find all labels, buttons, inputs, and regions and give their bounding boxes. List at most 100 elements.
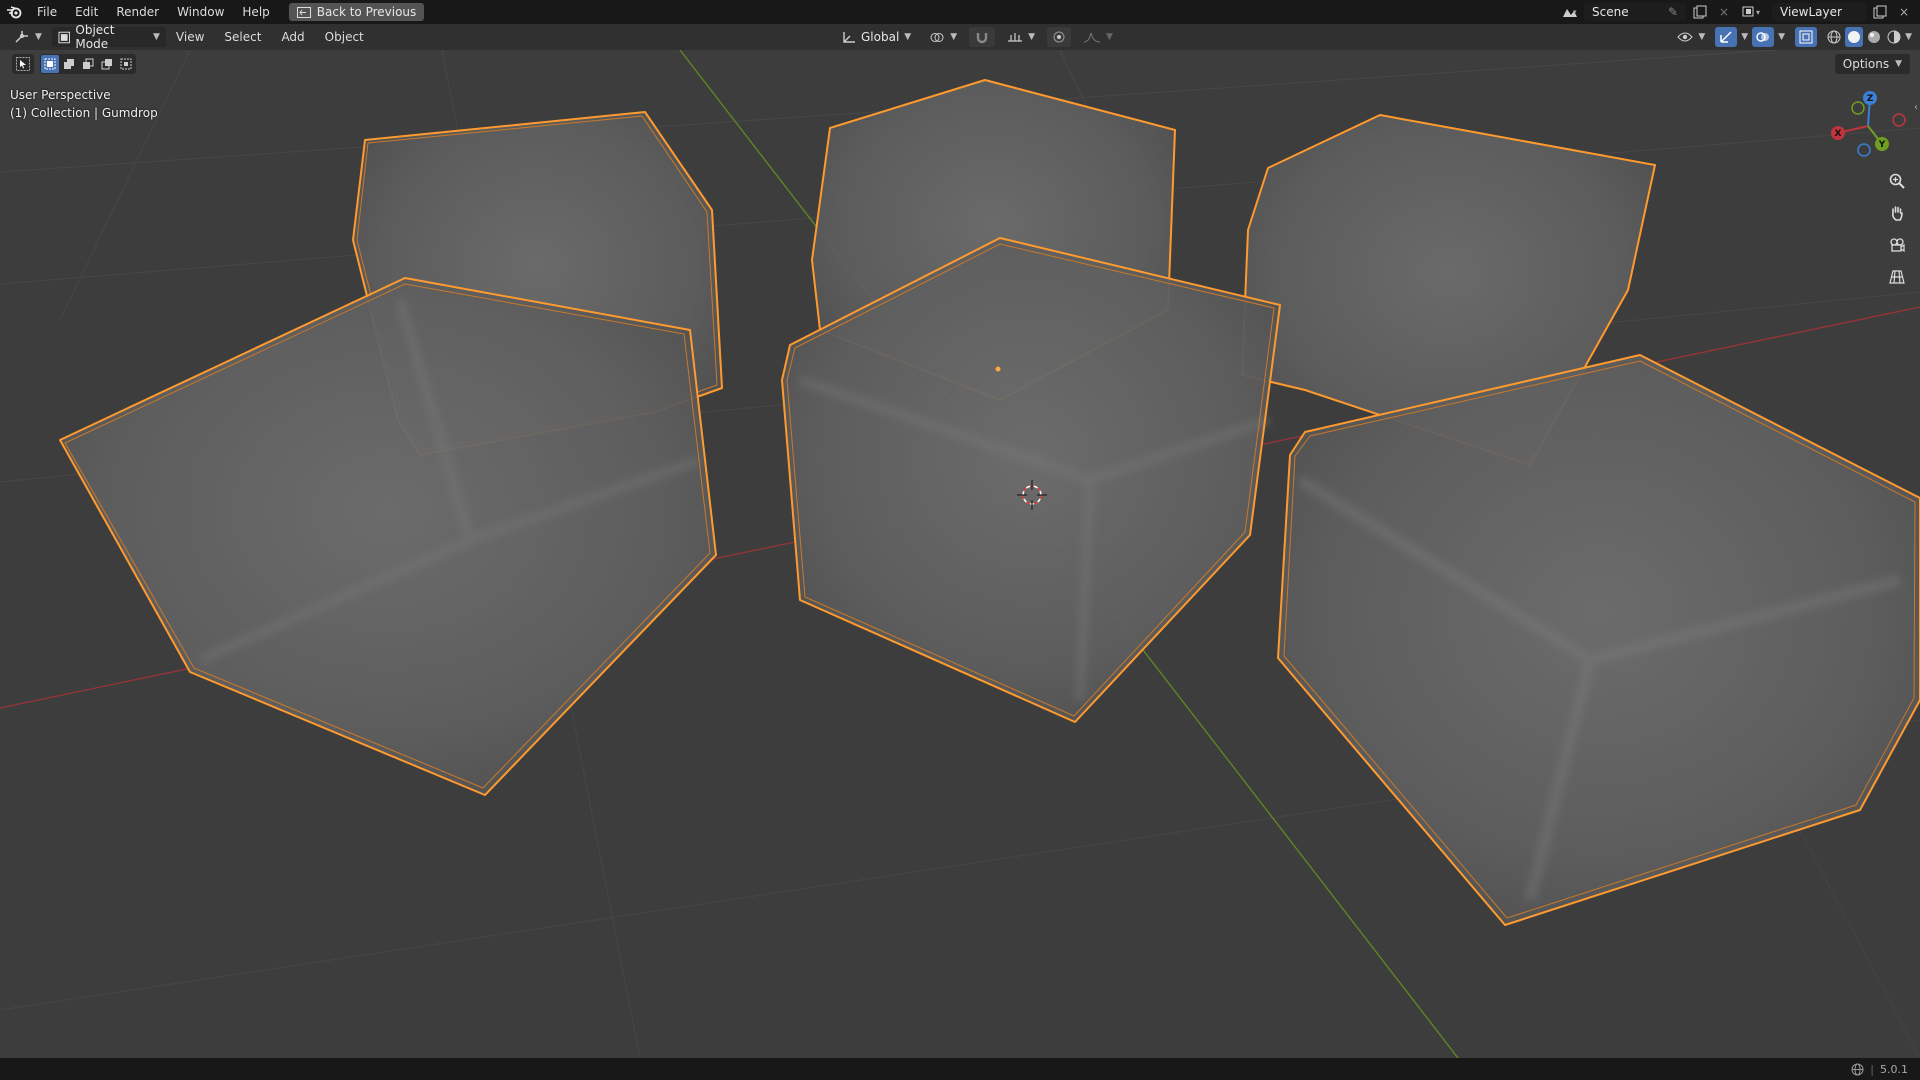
scene-name-field[interactable]: Scene ✎ [1584,3,1686,21]
magnet-icon [976,32,988,43]
proportional-editing-toggle[interactable] [1047,27,1072,47]
navigation-gizmo[interactable]: Z X Y [1826,90,1910,162]
top-right-controls: ▾ Scene ✎ × ▾ ViewLayer × [1560,3,1914,21]
viewport-display-controls: ▼ ▼ ▼ ▼ [1671,27,1912,47]
overlays-toggle[interactable] [1752,27,1775,47]
tool-settings-row [12,54,136,74]
select-invert-icon [101,59,112,70]
falloff-curve-icon [1083,32,1101,43]
chevron-down-icon[interactable]: ▼ [1778,32,1785,42]
gumdrop-front-left[interactable] [59,277,717,796]
select-subtract-mode[interactable] [79,55,97,73]
editor-type-dropdown[interactable]: ▼ [8,27,48,47]
falloff-dropdown[interactable]: ▼ [1077,27,1119,47]
scene-browse-icon[interactable]: ▾ [1560,3,1580,21]
sidebar-toggle-icon[interactable]: ‹ [1914,102,1918,113]
mode-dropdown[interactable]: Object Mode ▼ [51,23,166,51]
gumdrop-front-right[interactable] [1277,354,1920,926]
rendered-sphere-icon [1887,30,1901,44]
menu-file[interactable]: File [28,0,66,24]
chevron-down-icon: ▼ [1028,32,1036,42]
select-new-mode[interactable] [41,55,59,73]
xray-toggle[interactable] [1795,27,1818,47]
select-invert-mode[interactable] [98,55,116,73]
menu-window[interactable]: Window [168,0,233,24]
chevron-down-icon[interactable]: ▼ [1741,32,1748,42]
pan-button[interactable] [1884,200,1910,226]
status-bar: | 5.0.1 [0,1058,1920,1080]
separator: | [1870,1062,1874,1076]
menu-edit[interactable]: Edit [66,0,107,24]
chevron-down-icon: ▼ [1106,32,1113,42]
transform-orientation-dropdown[interactable]: Global ▼ [836,27,917,47]
mode-label: Object Mode [75,23,115,51]
collection-label: (1) Collection | Gumdrop [10,106,158,120]
eye-icon [1677,32,1693,42]
chevron-down-icon[interactable]: ▼ [1905,32,1912,42]
xray-icon [1799,30,1813,44]
chevron-down-icon: ▼ [35,32,42,42]
orientation-label: Global [861,30,900,44]
menu-select[interactable]: Select [214,30,271,44]
z-axis-label: Z [1867,94,1874,104]
menu-view[interactable]: View [166,30,214,44]
viewport-canvas[interactable] [0,50,1920,1058]
chevron-down-icon: ▼ [904,32,912,42]
menu-render[interactable]: Render [107,0,168,24]
gumdrop-front-center[interactable] [781,237,1281,723]
viewport-navigation-buttons [1884,168,1910,290]
new-view-layer-icon[interactable] [1870,3,1890,21]
negative-x-axis-ball[interactable] [1892,113,1906,127]
object-origin-dot [995,366,1001,372]
menu-add[interactable]: Add [271,30,314,44]
grid-perspective-icon [1889,270,1905,284]
material-sphere-icon [1868,31,1881,43]
delete-view-layer-icon[interactable]: × [1894,3,1914,21]
select-extend-icon [64,59,74,69]
gizmos-toggle[interactable] [1715,27,1738,47]
camera-icon [1890,238,1905,253]
negative-z-axis-ball[interactable] [1857,143,1871,157]
menu-object[interactable]: Object [315,30,374,44]
wireframe-sphere-icon [1827,30,1841,44]
orientation-icon [843,31,855,43]
material-shading-button[interactable] [1865,27,1883,47]
shading-mode-group: ▼ [1825,27,1912,47]
select-tool-button[interactable] [12,54,34,74]
options-dropdown[interactable]: Options ▼ [1834,54,1910,74]
view-layer-browse-icon[interactable]: ▾ [1738,3,1768,21]
new-scene-icon[interactable] [1690,3,1710,21]
menu-help[interactable]: Help [233,0,278,24]
magnifier-icon [1889,173,1905,189]
gizmo-icon [1720,31,1732,43]
proportional-editing-icon [1053,31,1065,43]
back-to-previous-button[interactable]: Back to Previous [288,3,425,21]
perspective-toggle-button[interactable] [1884,264,1910,290]
chevron-down-icon: ▼ [1895,59,1902,69]
select-intersect-mode[interactable] [117,55,135,73]
chevron-down-icon: ▼ [1698,32,1706,42]
blender-logo-icon[interactable] [0,5,28,19]
object-mode-icon [58,31,70,43]
view-layer-value: ViewLayer [1780,5,1842,19]
solid-shading-button[interactable] [1845,27,1864,47]
object-visibility-dropdown[interactable]: ▼ [1671,27,1711,47]
camera-view-button[interactable] [1884,232,1910,258]
wireframe-shading-button[interactable] [1825,27,1843,47]
pin-icon[interactable]: ✎ [1668,3,1678,21]
pivot-point-dropdown[interactable]: ▼ [923,27,963,47]
back-screen-icon [296,6,311,18]
perspective-label: User Perspective [10,88,111,102]
select-extend-mode[interactable] [60,55,78,73]
svg-text:▾: ▾ [1756,8,1760,17]
delete-scene-icon[interactable]: × [1714,3,1734,21]
rendered-shading-button[interactable] [1885,27,1903,47]
back-to-previous-label: Back to Previous [316,5,417,19]
zoom-button[interactable] [1884,168,1910,194]
negative-y-axis-ball[interactable] [1851,101,1865,115]
view-layer-field[interactable]: ViewLayer [1772,3,1866,21]
snap-target-dropdown[interactable]: ▼ [1001,27,1041,47]
snap-toggle[interactable] [969,27,996,47]
x-axis-label: X [1835,129,1842,139]
svg-text:▾: ▾ [1573,8,1577,16]
